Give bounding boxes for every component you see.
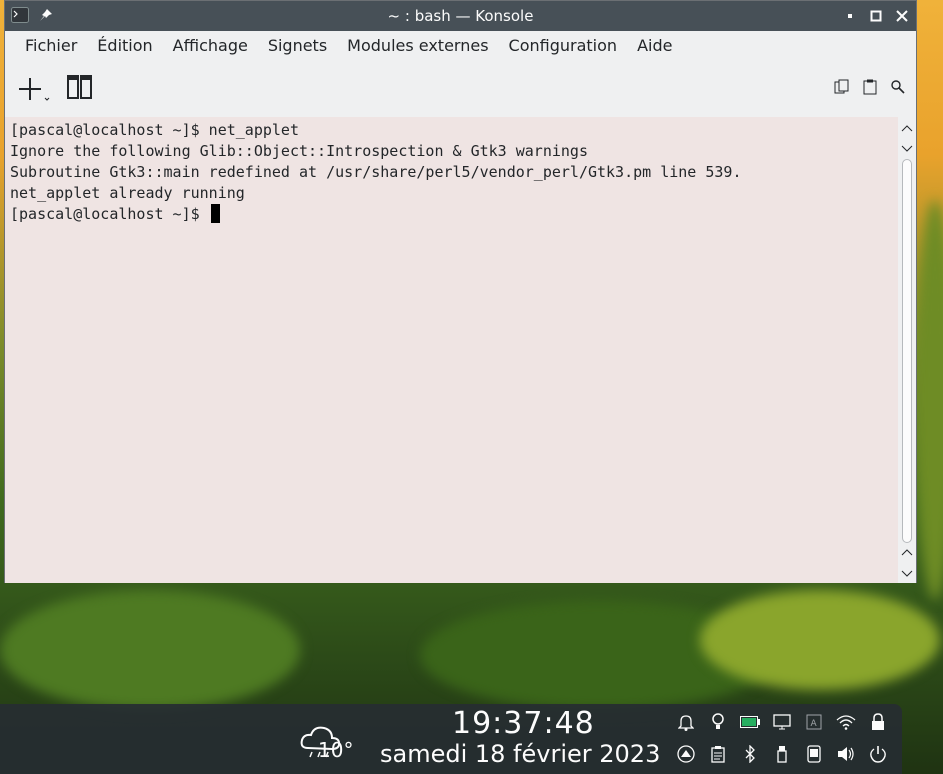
new-tab-button[interactable] — [17, 74, 51, 104]
paste-button[interactable] — [862, 79, 878, 99]
window-title: ~ : bash — Konsole — [387, 7, 534, 25]
chevron-down-icon — [901, 145, 913, 152]
menu-modules-externes[interactable]: Modules externes — [337, 31, 498, 61]
chevron-up-icon — [901, 125, 913, 132]
terminal-prompt-line: [pascal@localhost ~]$ — [10, 204, 894, 225]
scroll-down-button-bottom[interactable] — [900, 567, 914, 581]
bluetooth-icon[interactable] — [740, 744, 760, 764]
terminal-line: [pascal@localhost ~]$ net_applet — [10, 121, 299, 139]
split-view-icon — [67, 75, 92, 99]
maximize-icon — [870, 10, 882, 22]
konsole-window: ~ : bash — Konsole Fichier Édition Affic… — [4, 0, 917, 583]
close-button[interactable] — [892, 6, 912, 26]
minimize-button[interactable] — [840, 6, 860, 26]
konsole-app-icon[interactable] — [11, 7, 29, 27]
copy-icon — [834, 79, 849, 94]
volume-icon[interactable] — [836, 744, 856, 764]
battery-icon[interactable] — [740, 712, 760, 732]
menu-affichage[interactable]: Affichage — [163, 31, 258, 61]
clipboard-tray-icon[interactable] — [708, 744, 728, 764]
find-button[interactable] — [890, 79, 906, 99]
power-icon[interactable] — [868, 744, 888, 764]
close-icon — [896, 10, 908, 22]
clipboard-icon — [863, 79, 877, 95]
terminal-line: Ignore the following Glib::Object::Intro… — [10, 142, 588, 160]
chevron-up-icon — [901, 549, 913, 556]
display-icon[interactable] — [772, 712, 792, 732]
menu-fichier[interactable]: Fichier — [15, 31, 87, 61]
window-titlebar[interactable]: ~ : bash — Konsole — [5, 1, 916, 31]
wifi-icon[interactable] — [836, 712, 856, 732]
menu-signets[interactable]: Signets — [258, 31, 337, 61]
scroll-up-button[interactable] — [900, 121, 914, 135]
weather-temperature: 10° — [318, 738, 354, 762]
plus-icon — [19, 78, 50, 101]
scroll-down-button[interactable] — [900, 142, 914, 156]
copy-button[interactable] — [834, 79, 850, 99]
wallpaper-foliage — [0, 590, 300, 710]
terminal-prompt: [pascal@localhost ~]$ — [10, 205, 209, 223]
mageia-icon[interactable] — [676, 744, 696, 764]
svg-text:A: A — [811, 719, 818, 729]
clock-date[interactable]: samedi 18 février 2023 — [380, 740, 660, 768]
pin-icon[interactable] — [39, 8, 53, 26]
menubar: Fichier Édition Affichage Signets Module… — [5, 31, 916, 61]
terminal-output[interactable]: [pascal@localhost ~]$ net_applet Ignore … — [5, 117, 899, 583]
toolbar — [5, 61, 916, 117]
notifications-icon[interactable] — [676, 712, 696, 732]
usb-device-icon[interactable] — [772, 744, 792, 764]
lock-icon[interactable] — [868, 712, 888, 732]
wallpaper-foliage — [700, 590, 940, 690]
phone-device-icon[interactable] — [804, 744, 824, 764]
maximize-button[interactable] — [866, 6, 886, 26]
menu-aide[interactable]: Aide — [627, 31, 682, 61]
lightbulb-icon[interactable] — [708, 712, 728, 732]
menu-configuration[interactable]: Configuration — [499, 31, 628, 61]
terminal-line: Subroutine Gtk3::main redefined at /usr/… — [10, 163, 742, 181]
wallpaper-foliage — [915, 200, 943, 600]
terminal-scrollbar[interactable] — [898, 117, 916, 583]
split-view-button[interactable] — [67, 75, 93, 103]
terminal-line: net_applet already running — [10, 184, 245, 202]
terminal-cursor — [210, 204, 220, 223]
search-icon — [891, 80, 905, 94]
clock-time[interactable]: 19:37:48 — [452, 706, 595, 741]
chevron-down-icon — [901, 570, 913, 577]
scroll-up-button-bottom[interactable] — [900, 545, 914, 559]
menu-edition[interactable]: Édition — [87, 31, 162, 61]
keyboard-layout-icon[interactable]: A — [804, 712, 824, 732]
scrollbar-track[interactable] — [902, 159, 912, 543]
system-tray: A — [676, 712, 900, 764]
taskbar-panel: 10° 19:37:48 samedi 18 février 2023 A — [0, 704, 902, 774]
minimize-icon — [848, 14, 852, 18]
